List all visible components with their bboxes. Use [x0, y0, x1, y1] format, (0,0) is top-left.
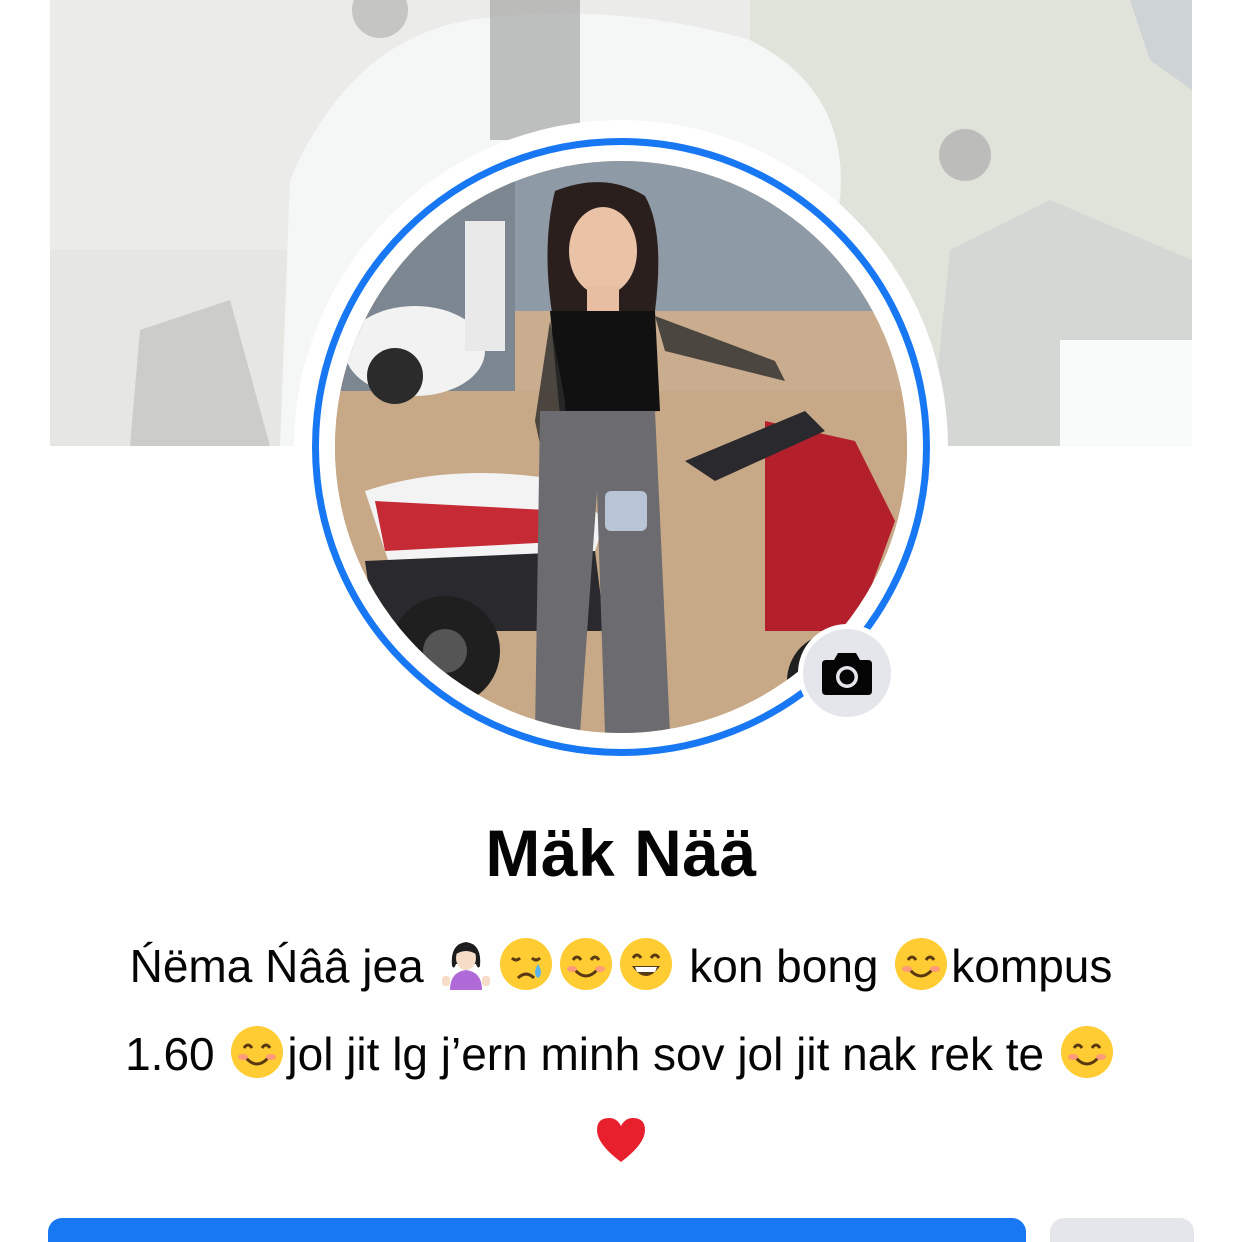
bio-text: Ńëma Ńââ jea	[129, 940, 437, 992]
profile-name: Mäk Nää	[485, 816, 757, 890]
woman-shrugging-emoji	[438, 932, 494, 990]
crying-face-emoji	[498, 932, 554, 990]
smiling-face-emoji	[893, 932, 949, 990]
smiling-face-emoji	[1059, 1020, 1115, 1078]
smiling-face-emoji	[229, 1020, 285, 1078]
profile-page: Mäk Nää Ńëma Ńââ jea kon bong kompus 1.60…	[0, 0, 1242, 1242]
smiling-face-emoji	[558, 932, 614, 990]
primary-action-button[interactable]	[48, 1218, 1026, 1242]
camera-icon	[822, 653, 872, 695]
more-options-button[interactable]	[1050, 1218, 1194, 1242]
profile-bio: Ńëma Ńââ jea kon bong kompus 1.60 jol jit…	[40, 922, 1202, 1186]
bio-text: kon bong	[676, 940, 892, 992]
red-heart-emoji	[593, 1108, 649, 1164]
bio-text: jol jit lg j’ern minh sov jol jit nak re…	[287, 1028, 1057, 1080]
bio-text: 1.60	[125, 1028, 228, 1080]
change-profile-photo-button[interactable]	[798, 624, 896, 722]
bio-text: kompus	[951, 940, 1113, 992]
grinning-face-emoji	[618, 932, 674, 990]
